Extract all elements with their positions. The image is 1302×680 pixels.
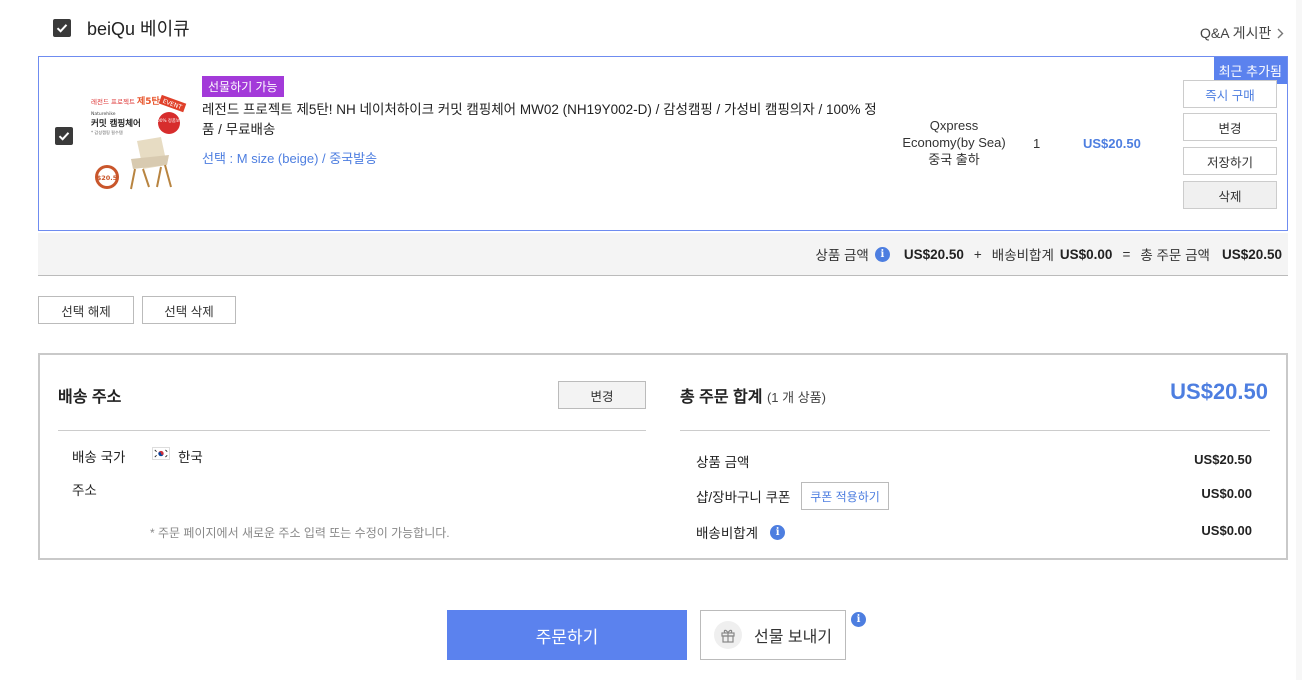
summary-product-amount: US$20.50 [903,246,964,262]
info-icon[interactable]: i [770,524,786,540]
cart-item: 최근 추가됨 레전드 프로젝트 제5탄 Naturehike 커밋 캠핑체어 *… [38,56,1288,231]
svg-text:레전드 프로젝트: 레전드 프로젝트 [91,97,135,106]
gift-available-tag: 선물하기 가능 [202,76,284,97]
shop-checkbox[interactable] [53,19,71,37]
summary-shipping-label: 배송비합계 [991,248,1054,263]
address-note: * 주문 페이지에서 새로운 주소 입력 또는 수정이 가능합니다. [150,526,450,540]
price-summary: 상품 금액 i US$20.50 + 배송비합계 US$0.00 = 총 주문 … [38,233,1288,276]
check-icon [58,132,70,141]
svg-text:* 감성캠핑 필수템: * 감성캠핑 필수템 [91,129,123,136]
gift-icon [713,621,742,649]
shop-name[interactable]: beiQu 베이큐 [87,15,190,41]
plus-sign: + [973,246,982,262]
svg-text:$20.5: $20.5 [97,174,118,182]
checkout-panel: 배송 주소 변경 배송 국가 한국 주소 * 주문 페이지에서 새로운 주소 입… [38,353,1288,560]
buy-now-button[interactable]: 즉시 구매 [1183,80,1277,108]
country-label: 배송 국가 [72,450,126,465]
divider [680,430,1270,431]
summary-product-label: 상품 금액 [815,248,869,263]
send-gift-button[interactable]: 선물 보내기 [700,610,846,660]
chevron-right-icon [1277,28,1284,38]
qa-board-link[interactable]: Q&A 게시판 [1200,23,1284,43]
shipping-method: Qxpress [929,118,979,133]
address-title: 배송 주소 [58,389,122,406]
check-icon [56,24,68,33]
order-total-label: 총 주문 합계 [680,389,763,406]
address-label: 주소 [72,483,97,498]
summary-total-amount: US$20.50 [1221,246,1282,262]
shipping-origin: 중국 출하 [928,152,980,167]
item-price: US$20.50 [1083,136,1141,151]
svg-text:커밋 캠핑체어: 커밋 캠핑체어 [91,118,141,129]
delete-selected-button[interactable]: 선택 삭제 [142,296,236,324]
deselect-button[interactable]: 선택 해제 [38,296,134,324]
item-quantity: 1 [1033,136,1041,151]
change-address-button[interactable]: 변경 [558,381,646,409]
info-icon[interactable]: i [874,246,890,262]
country-value: 한국 [178,450,203,465]
qa-board-label: Q&A 게시판 [1200,25,1272,41]
item-checkbox[interactable] [55,127,73,145]
summary-total-label: 총 주문 금액 [1140,248,1210,263]
product-title[interactable]: 레전드 프로젝트 제5탄! NH 네이처하이크 커밋 캠핑체어 MW02 (NH… [202,100,882,140]
summary-shipping-amount: US$0.00 [1059,246,1113,262]
equals-sign: = [1122,246,1131,262]
shipping-type: Economy(by Sea) [902,135,1006,150]
shipping-info: Qxpress Economy(by Sea) 중국 출하 [894,117,1014,168]
order-total-amount: US$20.50 [1170,379,1268,404]
svg-text:100% 정품보장: 100% 정품보장 [154,117,184,124]
product-thumbnail[interactable]: 레전드 프로젝트 제5탄 Naturehike 커밋 캠핑체어 * 감성캠핑 필… [87,93,187,201]
divider [58,430,646,431]
order-button[interactable]: 주문하기 [447,610,687,660]
product-option: 선택 : M size (beige) / 중국발송 [202,151,378,166]
apply-coupon-button[interactable]: 쿠폰 적용하기 [801,482,889,510]
change-option-button[interactable]: 변경 [1183,113,1277,141]
product-amount-value: US$20.50 [1194,452,1252,467]
delete-item-button[interactable]: 삭제 [1183,181,1277,209]
info-icon[interactable]: i [851,612,866,627]
shipping-total-row: 배송비합계 i [696,522,786,542]
product-amount-label: 상품 금액 [696,455,750,470]
coupon-label: 샵/장바구니 쿠폰 [696,490,791,505]
save-item-button[interactable]: 저장하기 [1183,147,1277,175]
svg-text:제5탄: 제5탄 [137,95,161,107]
shipping-total-value: US$0.00 [1201,523,1252,538]
scrollbar[interactable] [1296,0,1302,680]
shipping-total-label: 배송비합계 [696,526,759,541]
send-gift-label: 선물 보내기 [753,629,833,646]
svg-text:Naturehike: Naturehike [91,111,116,117]
korea-flag-icon [152,447,170,460]
order-total-title: 총 주문 합계 (1 개 상품) [680,383,826,407]
order-item-count: (1 개 상품) [766,390,826,405]
coupon-value: US$0.00 [1201,486,1252,501]
